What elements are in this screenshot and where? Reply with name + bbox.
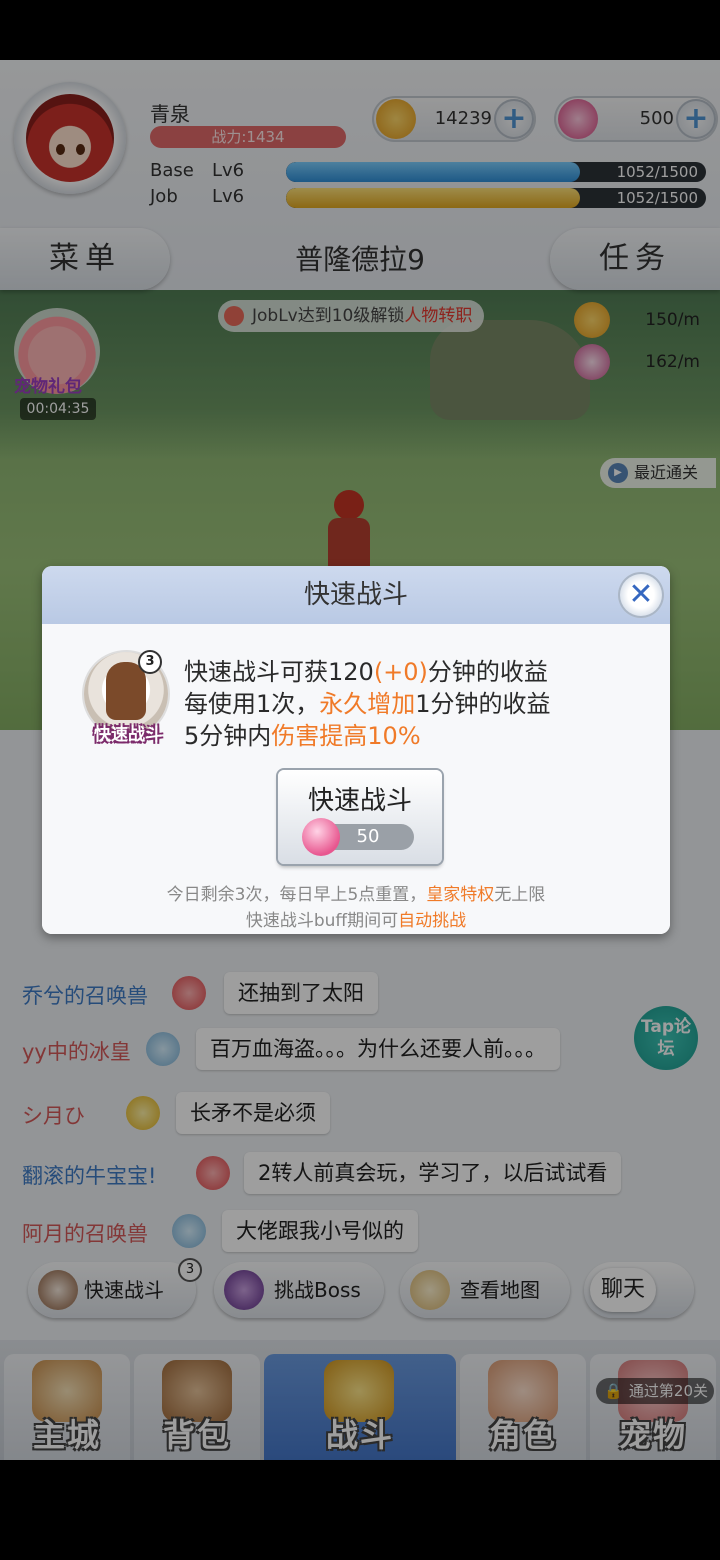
confirm-quick-fight-label: 快速战斗 [307,786,412,816]
desc-text: 每使用1次， [184,690,320,718]
note-text: 快速战斗buff期间可 [245,911,399,931]
gem-cost: 50 [356,826,380,847]
note-text: 无上限 [494,885,546,905]
desc-line-1: 快速战斗可获120(+0)分钟的收益 [184,652,548,687]
skill-count-badge: 3 [138,650,162,674]
note-highlight: 皇家特权 [426,885,495,905]
desc-line-2: 每使用1次，永久增加1分钟的收益 [184,684,551,719]
confirm-quick-fight-button[interactable]: 快速战斗 50 [278,770,442,864]
quick-fight-dialog: 快速战斗 ✕ 3 快速战斗 快速战斗可获120(+0)分钟的收益 每使用1次，永… [42,566,670,934]
desc-text: 快速战斗可获120 [184,658,374,686]
skill-name: 快速战斗 [94,725,162,745]
close-icon[interactable]: ✕ [618,572,664,618]
pink-gem-icon [302,818,340,856]
desc-text: 分钟的收益 [427,658,548,686]
skill-character [106,662,146,720]
desc-highlight: (+0) [373,658,428,686]
system-nav-area [0,1460,720,1560]
daily-remaining-note: 今日剩余3次，每日早上5点重置，皇家特权无上限 [42,880,670,905]
desc-highlight: 永久增加 [319,690,416,718]
dialog-body: 3 快速战斗 快速战斗可获120(+0)分钟的收益 每使用1次，永久增加1分钟的… [42,624,670,934]
status-bar [0,0,720,60]
game-screen: 青泉 战力:1434 Base Lv6 1052/1500 Job Lv6 10… [0,60,720,1460]
desc-text: 1分钟的收益 [415,690,551,718]
desc-highlight: 伤害提高10% [271,722,421,750]
note-text: 今日剩余3次，每日早上5点重置， [166,885,427,905]
desc-text: 5分钟内 [184,722,272,750]
dialog-title: 快速战斗 [303,580,408,610]
dialog-header: 快速战斗 ✕ [42,566,670,624]
note-highlight: 自动挑战 [398,911,467,931]
auto-challenge-note: 快速战斗buff期间可自动挑战 [42,906,670,931]
desc-line-3: 5分钟内伤害提高10% [184,716,421,751]
